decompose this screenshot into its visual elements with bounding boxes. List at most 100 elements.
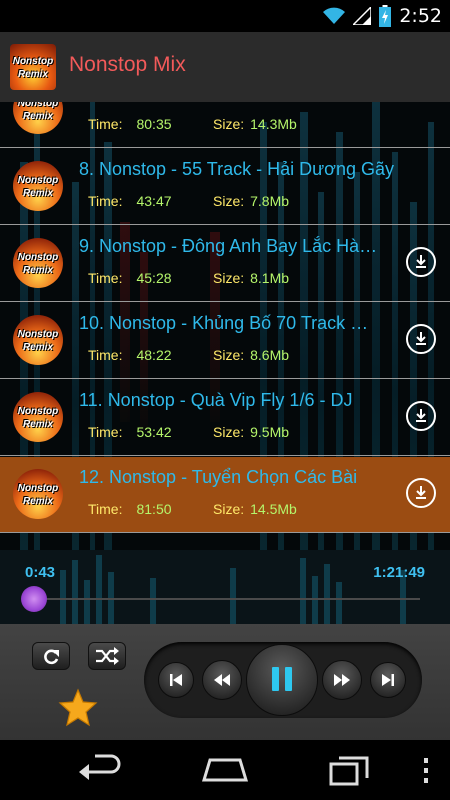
track-artwork: Nonstop Remix <box>13 469 63 519</box>
artwork-line2: Remix <box>22 111 53 122</box>
status-bar: 2:52 <box>0 0 450 32</box>
rewind-button[interactable] <box>202 660 242 700</box>
signal-icon <box>353 7 372 25</box>
size-value: 9.5Mb <box>250 424 290 440</box>
track-list[interactable]: Nonstop Remix 7. Nonstop - New Phương Lan … <box>0 102 450 550</box>
track-time: Time: 80:35 <box>88 116 172 132</box>
repeat-button[interactable] <box>32 642 70 670</box>
time-value: 43:47 <box>136 193 172 209</box>
track-row[interactable]: Nonstop Remix 12. Nonstop - Tuyển Chọn Các… <box>0 457 450 533</box>
artwork-line2: Remix <box>22 265 53 276</box>
artwork-line1: Nonstop <box>17 252 59 263</box>
artwork-line1: Nonstop <box>17 329 59 340</box>
logo-line1: Nonstop <box>12 56 54 67</box>
size-label: Size: <box>213 347 245 363</box>
track-size: Size: 8.1Mb <box>213 270 289 286</box>
track-artwork: Nonstop Remix <box>13 102 63 134</box>
rewind-icon <box>214 674 230 686</box>
skip-previous-icon <box>170 674 182 686</box>
repeat-icon <box>44 649 59 665</box>
time-label: Time: <box>88 116 123 132</box>
download-icon <box>416 486 426 499</box>
track-title: 11. Nonstop - Quà Vip Fly 1/6 - DJ <box>79 390 353 410</box>
elapsed-time: 0:43 <box>25 564 56 581</box>
artwork-line2: Remix <box>22 188 53 199</box>
total-duration: 1:21:49 <box>373 564 425 581</box>
download-icon <box>416 332 426 345</box>
playback-controls <box>0 624 450 740</box>
player-equalizer-background <box>60 555 406 624</box>
track-size: Size: 9.5Mb <box>213 424 289 440</box>
time-value: 80:35 <box>136 116 172 132</box>
size-label: Size: <box>213 116 245 132</box>
time-label: Time: <box>88 347 123 363</box>
track-time: Time: 81:50 <box>88 501 172 517</box>
time-label: Time: <box>88 424 123 440</box>
artwork-line2: Remix <box>22 342 53 353</box>
time-label: Time: <box>88 193 123 209</box>
track-time: Time: 45:28 <box>88 270 172 286</box>
time-label: Time: <box>88 270 123 286</box>
track-title: 9. Nonstop - Đông Anh Bay Lắc Hàng <box>79 236 379 256</box>
track-size: Size: 14.3Mb <box>213 116 297 132</box>
app-logo[interactable]: Nonstop Remix <box>10 44 56 90</box>
size-value: 14.5Mb <box>250 501 297 517</box>
app-title: Nonstop Mix <box>69 53 186 76</box>
download-button[interactable] <box>406 401 436 431</box>
track-time: Time: 48:22 <box>88 347 172 363</box>
size-value: 8.6Mb <box>250 347 290 363</box>
seek-thumb[interactable] <box>21 586 47 612</box>
time-label: Time: <box>88 501 123 517</box>
previous-track-button[interactable] <box>158 662 194 698</box>
download-button[interactable] <box>406 247 436 277</box>
time-value: 53:42 <box>136 424 172 440</box>
track-artwork: Nonstop Remix <box>13 238 63 288</box>
download-icon <box>416 255 426 268</box>
artwork-line2: Remix <box>22 419 53 430</box>
shuffle-icon <box>96 647 119 665</box>
home-icon[interactable] <box>200 750 250 790</box>
player-progress: 0:43 1:21:49 <box>0 550 450 624</box>
track-row[interactable]: Nonstop Remix 8. Nonstop - 55 Track - Hải … <box>0 149 450 225</box>
fast-forward-button[interactable] <box>322 660 362 700</box>
next-track-button[interactable] <box>370 662 406 698</box>
status-clock: 2:52 <box>399 5 442 27</box>
action-bar: Nonstop Remix Nonstop Mix <box>0 32 450 103</box>
track-title: 7. Nonstop - New Phương Lan Vol 2 <box>79 102 444 103</box>
overflow-menu-icon[interactable] <box>416 750 436 790</box>
artwork-line1: Nonstop <box>17 483 59 494</box>
artwork-line1: Nonstop <box>17 102 59 109</box>
shuffle-button[interactable] <box>88 642 126 670</box>
transport-controls <box>144 642 422 718</box>
track-title: 12. Nonstop - Tuyển Chọn Các Bài <box>79 467 358 487</box>
track-row[interactable]: Nonstop Remix 9. Nonstop - Đông Anh Bay Lắ… <box>0 226 450 302</box>
seek-bar[interactable] <box>30 598 420 600</box>
time-value: 45:28 <box>136 270 172 286</box>
logo-line2: Remix <box>17 69 48 80</box>
download-button[interactable] <box>406 324 436 354</box>
track-row[interactable]: Nonstop Remix 11. Nonstop - Quà Vip Fly 1/… <box>0 380 450 456</box>
size-value: 14.3Mb <box>250 116 297 132</box>
time-value: 48:22 <box>136 347 172 363</box>
size-label: Size: <box>213 501 245 517</box>
download-button[interactable] <box>406 478 436 508</box>
track-artwork: Nonstop Remix <box>13 161 63 211</box>
track-row[interactable]: Nonstop Remix 10. Nonstop - Khủng Bố 70 Tr… <box>0 303 450 379</box>
recent-apps-icon[interactable] <box>325 750 375 790</box>
track-time: Time: 43:47 <box>88 193 172 209</box>
size-label: Size: <box>213 270 245 286</box>
wifi-icon <box>323 7 346 24</box>
track-title: 10. Nonstop - Khủng Bố 70 Track Nhạc <box>79 313 379 333</box>
time-value: 81:50 <box>136 501 172 517</box>
battery-charging-icon <box>379 5 392 27</box>
track-size: Size: 8.6Mb <box>213 347 289 363</box>
size-label: Size: <box>213 193 245 209</box>
track-row[interactable]: Nonstop Remix 7. Nonstop - New Phương Lan … <box>0 102 450 148</box>
skip-next-icon <box>382 674 394 686</box>
track-size: Size: 7.8Mb <box>213 193 289 209</box>
favorite-star-icon[interactable] <box>58 688 98 728</box>
back-icon[interactable] <box>75 750 125 790</box>
pause-button[interactable] <box>246 644 318 716</box>
track-title: 8. Nonstop - 55 Track - Hải Dương Gãy <box>79 159 394 179</box>
download-icon <box>416 409 426 422</box>
